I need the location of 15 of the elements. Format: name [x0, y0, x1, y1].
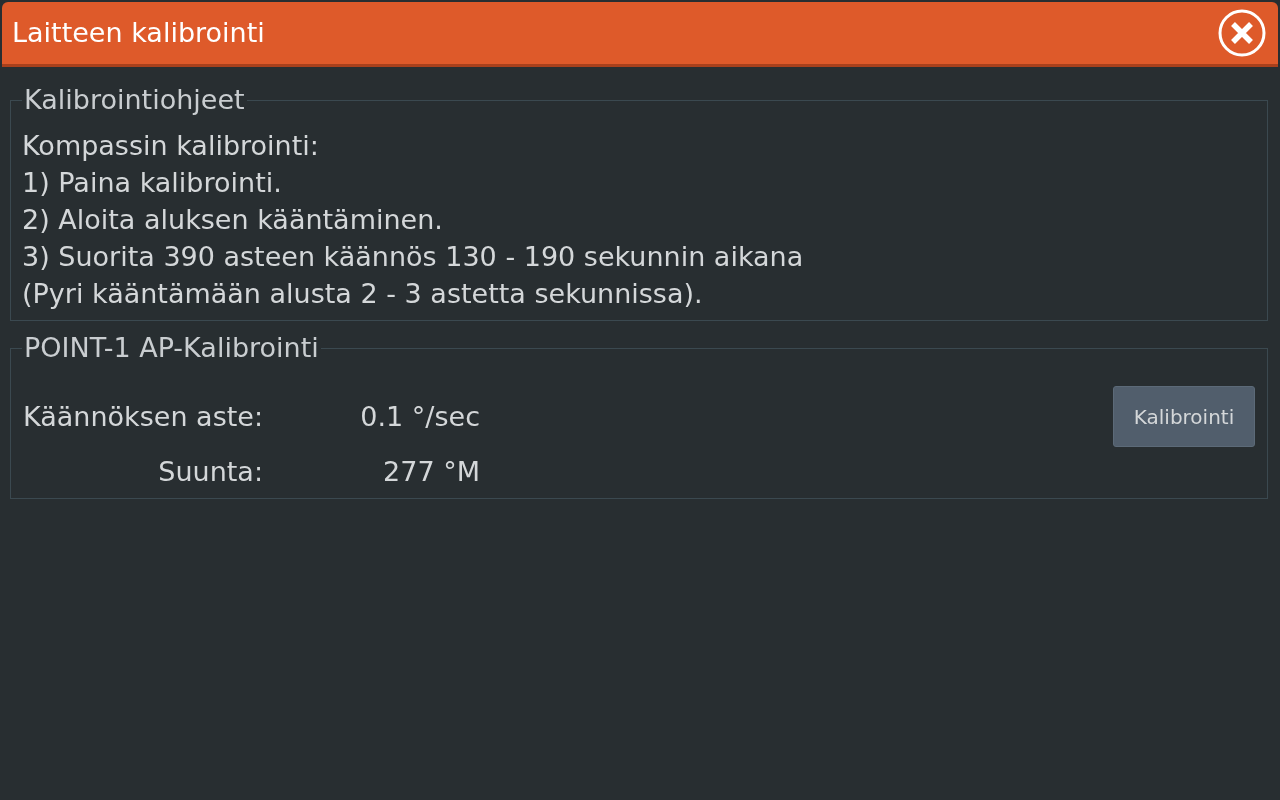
- close-button[interactable]: [1218, 9, 1266, 57]
- instruction-text: 2) Aloita aluksen kääntäminen.: [22, 203, 444, 237]
- reading-label: Suunta:: [157, 455, 263, 489]
- instruction-text: 3) Suorita 390 asteen käännös 130 - 190 sekunnin aikana: [22, 240, 805, 274]
- instruction-text: 1) Paina kalibrointi.: [22, 166, 283, 200]
- calibrate-button[interactable]: Kalibrointi: [1113, 386, 1255, 447]
- reading-value: 0.1 °/sec: [359, 400, 480, 434]
- reading-value: 277 °M: [382, 455, 480, 489]
- close-icon: [1218, 9, 1266, 57]
- reading-label: Käännöksen aste:: [22, 400, 263, 434]
- window-title: Laitteen kalibrointi: [12, 17, 265, 49]
- group-title: POINT-1 AP-Kalibrointi: [23, 333, 320, 363]
- group-title: Kalibrointiohjeet: [23, 85, 246, 115]
- instruction-text: (Pyri kääntämään alusta 2 - 3 astetta sekunnissa).: [22, 277, 704, 311]
- instruction-text: Kompassin kalibrointi:: [22, 129, 320, 163]
